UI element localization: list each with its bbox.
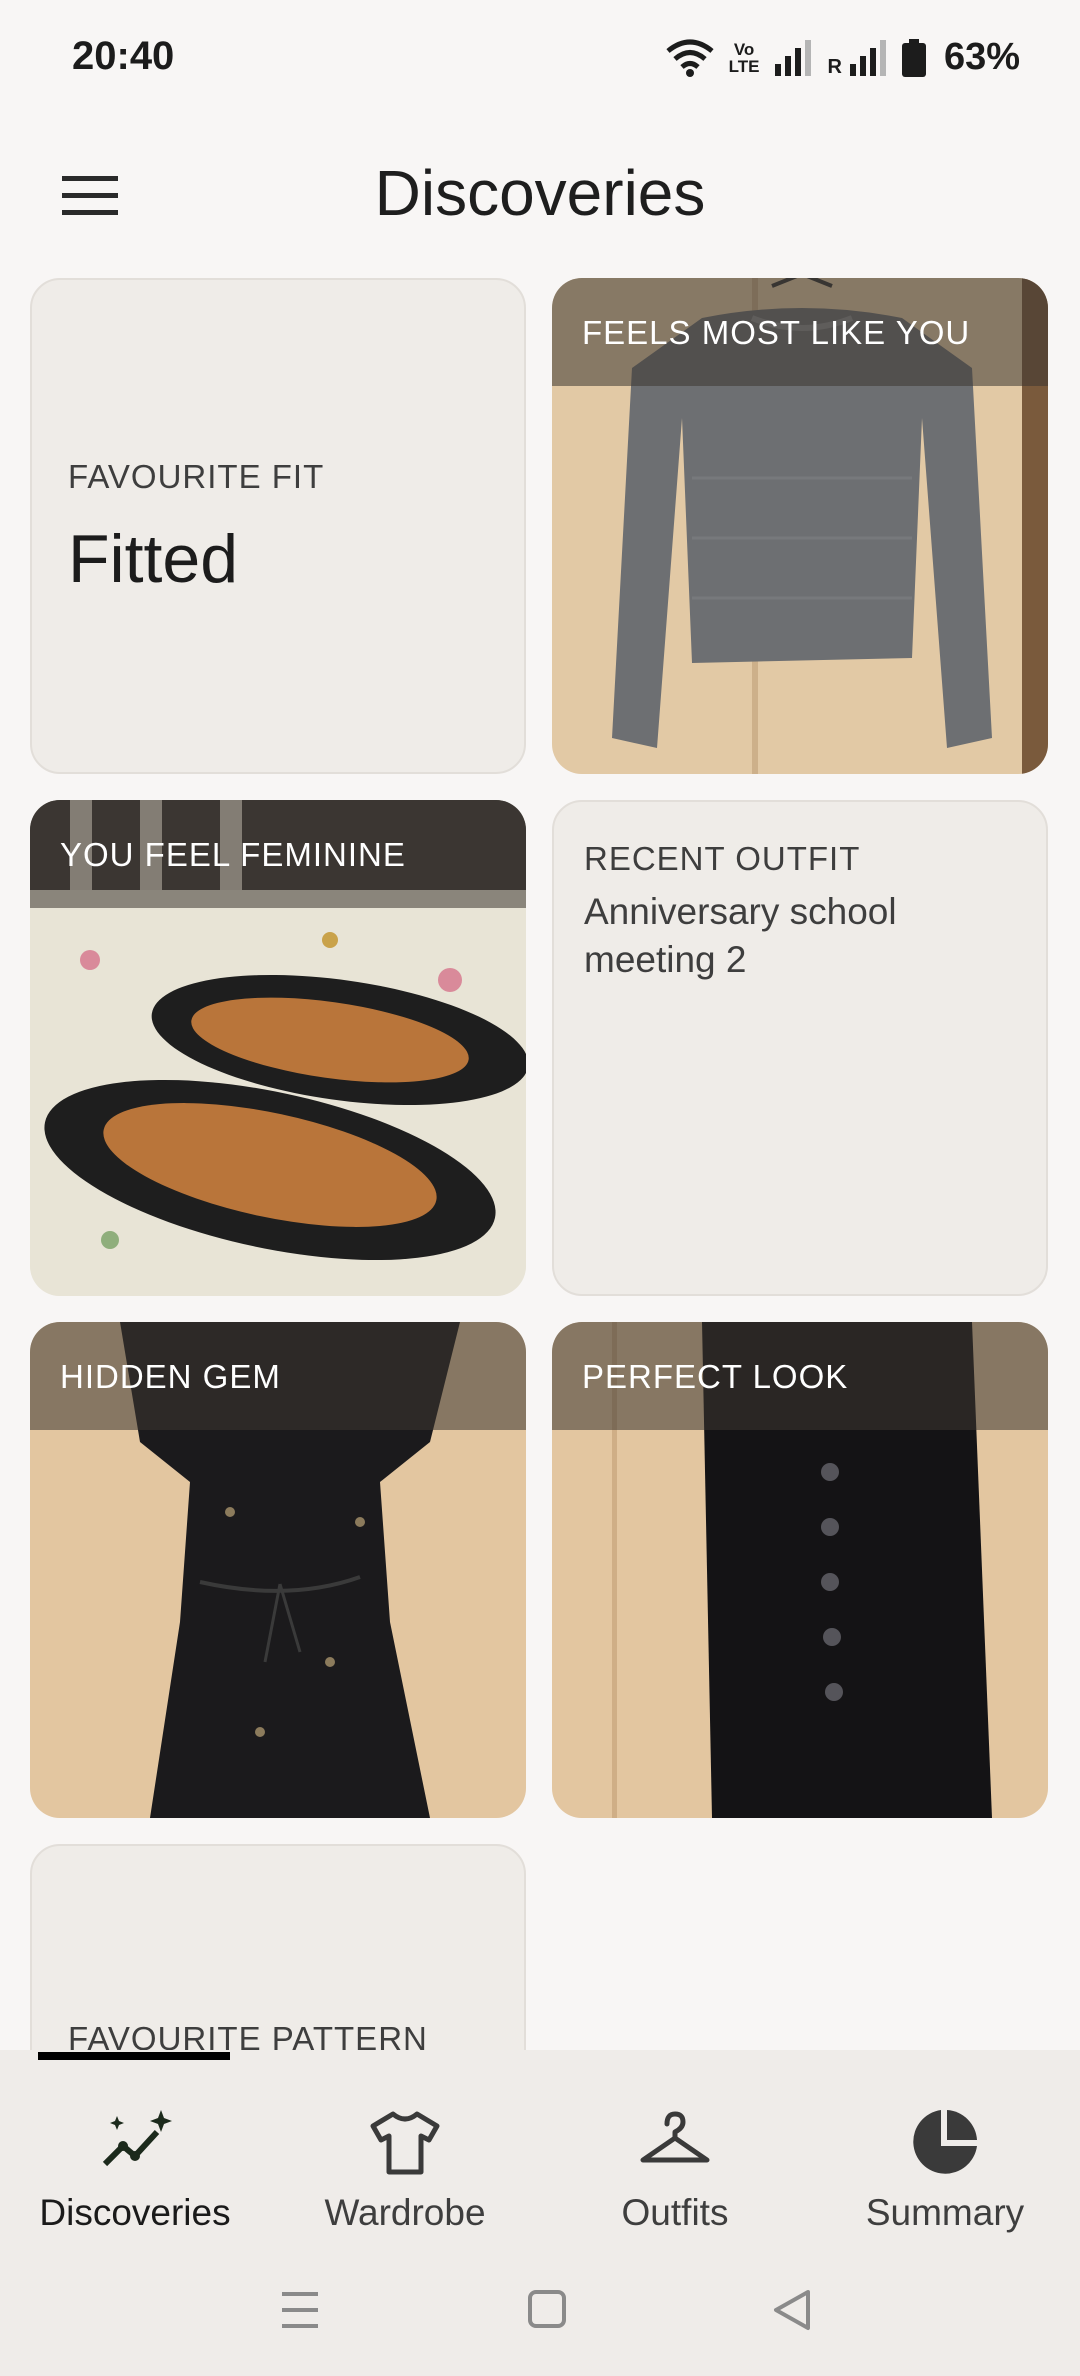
status-icons: Vo LTE R 63%: [665, 36, 1020, 79]
signal-icon: [775, 39, 812, 76]
volte-icon: Vo LTE: [729, 41, 760, 75]
hidden-gem-label: HIDDEN GEM: [60, 1358, 281, 1395]
volte-top: Vo: [733, 39, 755, 59]
recent-outfit-value: Anniversary school meeting 2: [584, 891, 897, 980]
hidden-gem-card[interactable]: HIDDEN GEM: [30, 1322, 526, 1818]
nav-label-discoveries: Discoveries: [39, 2192, 231, 2233]
tshirt-icon: [370, 2111, 440, 2175]
nav-item-summary[interactable]: Summary: [810, 2050, 1080, 2280]
nav-label-outfits: Outfits: [621, 2192, 729, 2233]
nav-item-wardrobe[interactable]: Wardrobe: [270, 2050, 540, 2280]
feels-most-like-you-label: FEELS MOST LIKE YOU: [582, 314, 971, 351]
favourite-fit-card[interactable]: FAVOURITE FIT Fitted: [30, 278, 526, 774]
you-feel-feminine-label: YOU FEEL FEMININE: [60, 836, 406, 873]
system-navigation-bar: [0, 2250, 1080, 2370]
status-bar: 20:40 Vo LTE R 63%: [0, 0, 1080, 118]
recent-outfit-card[interactable]: RECENT OUTFIT Anniversary school meeting…: [552, 800, 1048, 1296]
roaming-signal-icon: [849, 39, 886, 76]
nav-item-discoveries[interactable]: Discoveries: [0, 2050, 270, 2280]
battery-percentage: 63%: [943, 36, 1020, 78]
hanger-icon: [640, 2111, 710, 2163]
back-icon: [774, 2290, 810, 2330]
battery-icon: [901, 38, 926, 77]
feels-most-like-you-card[interactable]: FEELS MOST LIKE YOU: [552, 278, 1048, 774]
favourite-fit-label: FAVOURITE FIT: [68, 458, 325, 495]
back-button[interactable]: [722, 2250, 862, 2370]
recents-button[interactable]: [230, 2250, 370, 2370]
app-bar: Discoveries: [0, 118, 1080, 274]
perfect-look-label: PERFECT LOOK: [582, 1358, 849, 1395]
recent-outfit-label: RECENT OUTFIT: [584, 840, 861, 877]
nav-label-summary: Summary: [865, 2192, 1025, 2233]
home-button[interactable]: [478, 2250, 618, 2370]
pie-chart-icon: [913, 2110, 977, 2174]
perfect-look-card[interactable]: PERFECT LOOK: [552, 1322, 1048, 1818]
wifi-icon: [666, 39, 714, 77]
you-feel-feminine-card[interactable]: YOU FEEL FEMININE: [30, 800, 526, 1296]
recents-icon: [282, 2292, 318, 2328]
nav-label-wardrobe: Wardrobe: [324, 2192, 486, 2233]
volte-bottom: LTE: [728, 56, 760, 76]
page-title: Discoveries: [374, 157, 706, 229]
nav-item-outfits[interactable]: Outfits: [540, 2050, 810, 2280]
home-icon: [528, 2290, 566, 2328]
favourite-fit-value: Fitted: [68, 521, 239, 597]
sparkle-trend-icon: [102, 2110, 172, 2167]
scroll-indicator: [38, 2052, 230, 2060]
status-time: 20:40: [72, 34, 175, 78]
roaming-mark: R: [827, 56, 842, 78]
